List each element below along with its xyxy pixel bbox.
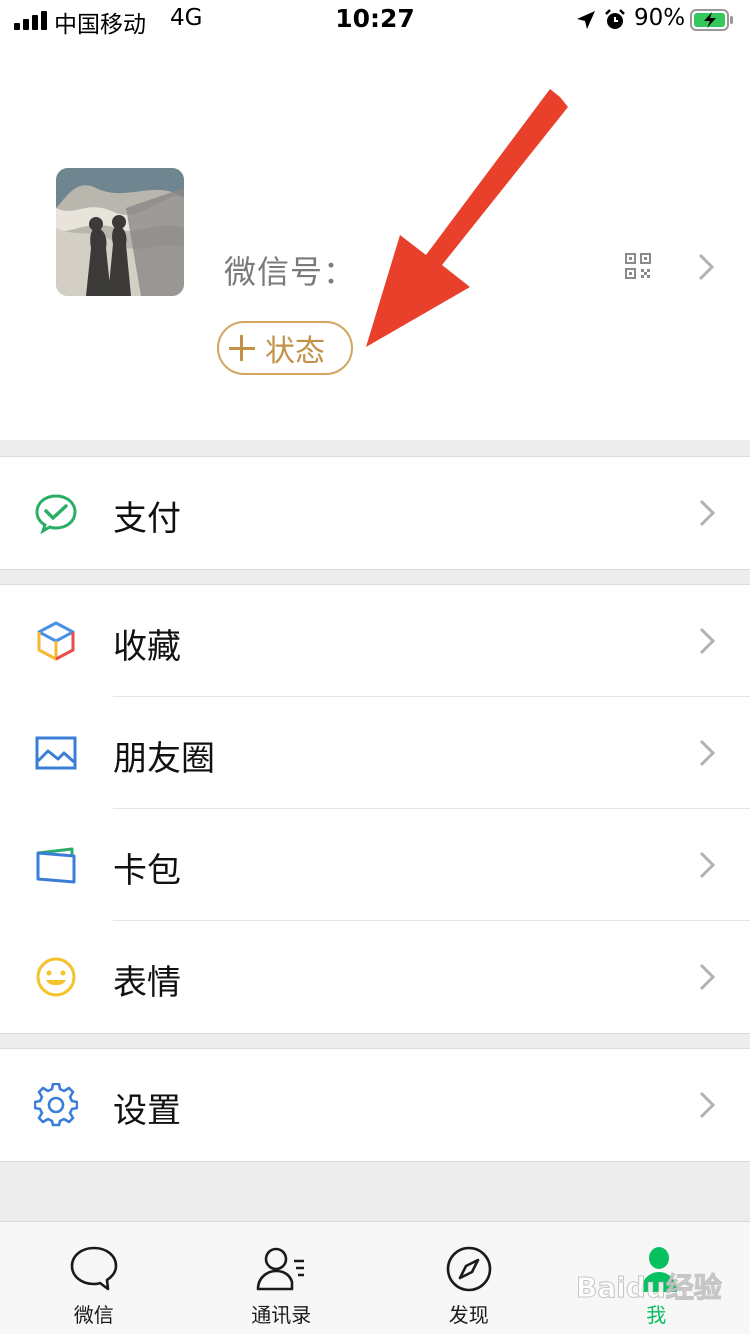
favorites-cube-icon [37,621,75,661]
pay-icon [35,494,77,535]
tab-contacts[interactable]: 通讯录 [188,1222,376,1334]
watermark: Baidu经验 [576,1271,723,1305]
location-arrow-icon [577,11,595,29]
gear-icon [34,1083,78,1127]
smiley-face-icon [36,957,76,997]
profile-header[interactable]: 微信号： 状态 [0,40,750,440]
chevron-right-icon [699,739,716,767]
menu-item-stickers[interactable]: 表情 [0,921,750,1033]
tab-chats[interactable]: 微信 [0,1222,188,1334]
menu-item-cards[interactable]: 卡包 [0,809,750,921]
add-status-button[interactable]: 状态 [217,321,353,375]
tab-discover[interactable]: 发现 [375,1222,563,1334]
menu-label-pay: 支付 [113,499,181,539]
menu-group-pay: 支付 [0,456,750,570]
menu-item-pay[interactable]: 支付 [0,457,750,569]
avatar-photo [56,168,184,296]
plus-icon [229,335,255,361]
compass-icon [446,1246,492,1292]
chevron-right-icon [699,499,716,527]
battery-percent: 90% [634,5,686,31]
avatar[interactable] [56,168,184,296]
add-status-label: 状态 [265,334,325,369]
menu-label-favorites: 收藏 [113,627,181,667]
tab-label-chats: 微信 [73,1303,114,1327]
status-bar: 中国移动 4G 10:27 90% [0,0,750,40]
qr-code-icon[interactable] [624,252,652,280]
wechat-id-label: 微信号： [224,253,357,291]
alarm-clock-icon [605,9,625,29]
red-pointer-arrow [366,89,568,347]
battery-charging-icon [690,9,733,31]
menu-label-settings: 设置 [113,1091,181,1131]
menu-item-moments[interactable]: 朋友圈 [0,697,750,809]
tab-label-contacts: 通讯录 [251,1303,312,1327]
menu-label-moments: 朋友圈 [113,739,215,779]
chevron-right-icon [699,1091,716,1119]
menu-group-main: 收藏 朋友圈 卡包 表情 [0,584,750,1034]
chevron-right-icon [699,851,716,879]
tab-label-discover: 发现 [448,1303,489,1327]
moments-picture-icon [35,736,77,770]
menu-group-settings: 设置 [0,1048,750,1162]
menu-item-favorites[interactable]: 收藏 [0,585,750,697]
menu-item-settings[interactable]: 设置 [0,1049,750,1161]
chevron-right-icon [699,627,716,655]
chat-bubble-icon [70,1246,118,1291]
chevron-right-icon [698,253,715,281]
cards-wallet-icon [36,847,76,884]
menu-label-stickers: 表情 [113,963,181,1003]
chevron-right-icon [699,963,716,991]
contacts-icon [256,1247,305,1291]
menu-label-cards: 卡包 [113,851,181,891]
